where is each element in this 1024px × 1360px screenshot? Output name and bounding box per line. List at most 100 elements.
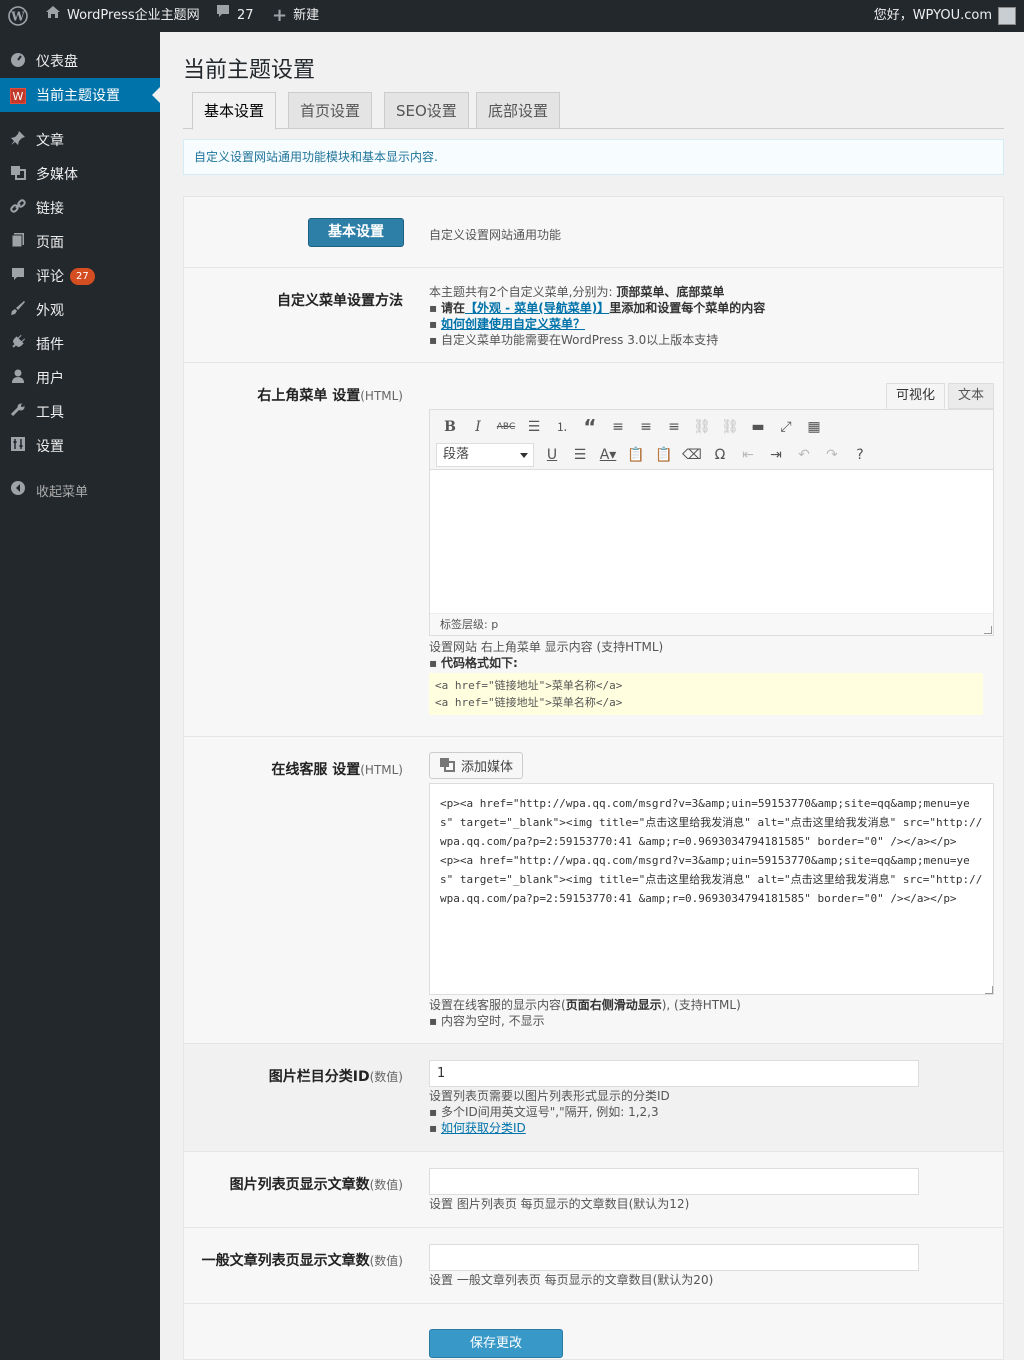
add-media-button[interactable]: 添加媒体 (429, 752, 524, 779)
sidebar-item-posts[interactable]: 文章 (0, 123, 160, 157)
desc-line: 设置网站 右上角菜单 显示内容 (支持HTML) (429, 640, 664, 654)
sidebar-item-tools[interactable]: 工具 (0, 395, 160, 429)
collapse-menu-button[interactable]: 收起菜单 (0, 473, 160, 507)
sidebar-item-links[interactable]: 链接 (0, 191, 160, 225)
field-label: 自定义菜单设置方法 (277, 293, 403, 309)
sidebar-item-settings[interactable]: 设置 (0, 429, 160, 463)
tab-visual[interactable]: 可视化 (885, 383, 945, 409)
align-left-icon[interactable]: ≡ (604, 414, 632, 440)
save-changes-button[interactable]: 保存更改 (429, 1329, 563, 1358)
clear-format-icon[interactable]: ⌫ (678, 442, 706, 468)
toolbar-toggle-icon[interactable]: ▦ (800, 414, 828, 440)
strikethrough-icon[interactable]: ABC (492, 414, 520, 440)
align-right-icon[interactable]: ≡ (660, 414, 688, 440)
textarea-wrap: <p><a href="http://wpa.qq.com/msgrd?v=3&… (429, 783, 994, 995)
tab-basic[interactable]: 基本设置 (192, 92, 277, 130)
desc-text: 本主题共有2个自定义菜单,分别为: (429, 285, 617, 299)
outdent-icon[interactable]: ⇤ (734, 442, 762, 468)
tab-footer[interactable]: 底部设置 (476, 92, 561, 129)
sidebar-item-label: 评论 (36, 269, 64, 285)
image-cat-field: 1 设置列表页需要以图片列表形式显示的分类ID ▪ 多个ID间用英文逗号","隔… (429, 1060, 919, 1136)
site-name-link[interactable]: WordPress企业主题网 (45, 0, 200, 32)
resize-handle[interactable] (985, 986, 993, 994)
redo-icon[interactable]: ↷ (818, 442, 846, 468)
sidebar-item-plugins[interactable]: 插件 (0, 327, 160, 361)
collapse-label: 收起菜单 (36, 484, 89, 500)
field-label: 图片栏目分类ID(数值) (269, 1066, 403, 1086)
underline-icon[interactable]: U (538, 442, 566, 468)
how-to-menu-link[interactable]: 如何创建使用自定义菜单？ (441, 317, 585, 331)
admin-sidebar: 仪表盘 W 当前主题设置 文章 多媒体 链接 页面 评论 27 外观 插件 用户… (0, 32, 160, 1360)
image-list-count-row: 图片列表页显示文章数(数值) 设置 图片列表页 每页显示的文章数目(默认为12) (184, 1152, 1003, 1228)
sidebar-item-label: 工具 (36, 405, 64, 421)
online-service-textarea[interactable]: <p><a href="http://wpa.qq.com/msgrd?v=3&… (429, 783, 994, 995)
section-basic-button[interactable]: 基本设置 (308, 218, 404, 247)
post-list-count-input[interactable] (429, 1244, 919, 1271)
image-cat-input[interactable]: 1 (429, 1060, 919, 1087)
sidebar-item-dashboard[interactable]: 仪表盘 (0, 44, 160, 78)
help-icon[interactable]: ? (846, 442, 874, 468)
bullet-list-icon[interactable]: ☰ (520, 414, 548, 440)
align-center-icon[interactable]: ≡ (632, 414, 660, 440)
sidebar-item-theme-settings[interactable]: W 当前主题设置 (0, 78, 160, 112)
my-account[interactable]: 您好， WPYOU.com (874, 0, 1016, 32)
sidebar-item-label: 多媒体 (36, 167, 78, 183)
image-cat-row: 图片栏目分类ID(数值) 1 设置列表页需要以图片列表形式显示的分类ID ▪ 多… (184, 1044, 1003, 1152)
image-list-count-field: 设置 图片列表页 每页显示的文章数目(默认为12) (429, 1168, 919, 1212)
sidebar-item-users[interactable]: 用户 (0, 361, 160, 395)
numbered-list-icon[interactable]: ⒈ (548, 414, 576, 440)
format-select[interactable]: 段落 (436, 443, 534, 467)
desc-text: 内容为空时, 不显示 (440, 1014, 545, 1028)
code-line: <a href="链接地址">菜单名称</a> (435, 679, 623, 692)
resize-handle[interactable] (984, 626, 992, 634)
sidebar-item-pages[interactable]: 页面 (0, 225, 160, 259)
post-list-count-row: 一般文章列表页显示文章数(数值) 设置 一般文章列表页 每页显示的文章数目(默认… (184, 1228, 1003, 1304)
field-label: 在线客服 设置(HTML) (271, 759, 403, 779)
online-service-field: 添加媒体 <p><a href="http://wpa.qq.com/msgrd… (429, 752, 994, 1029)
new-label: 新建 (293, 8, 320, 23)
sidebar-item-appearance[interactable]: 外观 (0, 293, 160, 327)
special-char-icon[interactable]: Ω (706, 442, 734, 468)
field-label: 图片列表页显示文章数(数值) (230, 1174, 403, 1194)
blockquote-icon[interactable]: “ (576, 414, 604, 440)
bold-icon[interactable]: B (436, 414, 464, 440)
username: WPYOU.com (912, 8, 992, 23)
label-small: (数值) (369, 1254, 403, 1268)
tab-home[interactable]: 首页设置 (288, 92, 373, 129)
unlink-icon[interactable]: ⛓ (716, 414, 744, 440)
insert-link-icon[interactable]: ⛓ (688, 414, 716, 440)
dashboard-icon (0, 51, 36, 71)
desc-line: 设置在线客服的显示内容(页面右侧滑动显示), (支持HTML) (429, 997, 994, 1013)
undo-icon[interactable]: ↶ (790, 442, 818, 468)
image-list-count-input[interactable] (429, 1168, 919, 1195)
rich-text-editor: 可视化 文本 B I ABC ☰ ⒈ “ ≡ ≡ ≡ ⛓ ⛓ ▬ ⤢ ▦ 段落 … (429, 383, 994, 637)
comments-link[interactable]: 27 (215, 0, 254, 32)
appearance-menu-link[interactable]: 【外观 - 菜单(导航菜单)】 (465, 301, 609, 315)
fullscreen-icon[interactable]: ⤢ (772, 414, 800, 440)
page-title: 当前主题设置 (183, 58, 316, 83)
sidebar-item-comments[interactable]: 评论 27 (0, 259, 160, 293)
indent-icon[interactable]: ⇥ (762, 442, 790, 468)
media-icon (439, 756, 455, 776)
justify-icon[interactable]: ☰ (566, 442, 594, 468)
new-content-link[interactable]: + 新建 (272, 0, 319, 32)
paste-text-icon[interactable]: 📋 (622, 442, 650, 468)
settings-tabs: 基本设置 首页设置 SEO设置 底部设置 (183, 90, 1004, 130)
pin-icon (0, 130, 36, 150)
text-color-icon[interactable]: A▾ (594, 442, 622, 468)
desc-line: ▪ 请在【外观 - 菜单(导航菜单)】里添加和设置每个菜单的内容 (429, 301, 766, 315)
field-label: 一般文章列表页显示文章数(数值) (202, 1250, 403, 1270)
section-desc: 自定义设置网站通用功能 (429, 228, 562, 242)
desc-bold: 代码格式如下: (440, 656, 518, 670)
tab-text[interactable]: 文本 (947, 383, 994, 409)
italic-icon[interactable]: I (464, 414, 492, 440)
get-cat-id-link[interactable]: 如何获取分类ID (441, 1121, 526, 1135)
tab-seo[interactable]: SEO设置 (384, 92, 469, 129)
editor-content-area[interactable] (430, 470, 993, 612)
user-icon (0, 368, 36, 388)
paste-word-icon[interactable]: 📋 (650, 442, 678, 468)
sidebar-item-media[interactable]: 多媒体 (0, 157, 160, 191)
wordpress-logo-icon[interactable]: W (8, 0, 28, 32)
desc-bold: 请在 (440, 301, 465, 315)
read-more-icon[interactable]: ▬ (744, 414, 772, 440)
